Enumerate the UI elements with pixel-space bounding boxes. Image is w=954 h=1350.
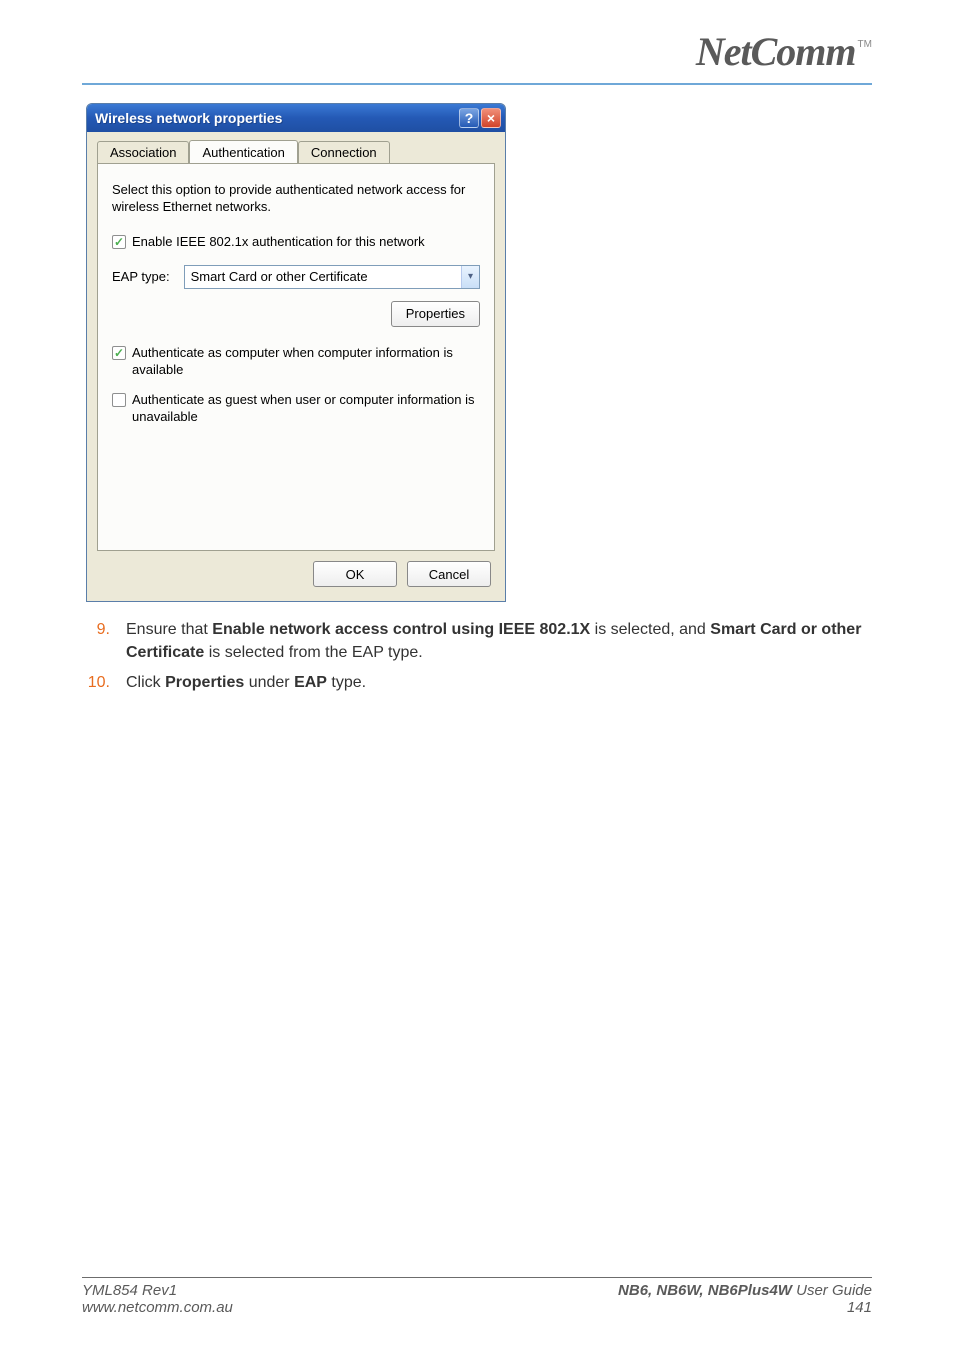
step-text: Ensure that Enable network access contro…: [126, 618, 872, 664]
brand-logo: NetComm TM: [696, 28, 872, 75]
text: Click: [126, 674, 165, 691]
dialog-title: Wireless network properties: [95, 110, 459, 126]
text: type.: [327, 674, 366, 691]
text-bold: Properties: [165, 674, 244, 691]
ok-button[interactable]: OK: [313, 561, 397, 587]
step-text: Click Properties under EAP type.: [126, 671, 872, 694]
text: under: [244, 674, 294, 691]
text: Ensure that: [126, 621, 212, 638]
tab-strip: Association Authentication Connection: [87, 132, 505, 163]
dialog-titlebar[interactable]: Wireless network properties ? ×: [87, 104, 505, 132]
eap-type-value: Smart Card or other Certificate: [191, 269, 368, 284]
eap-type-dropdown[interactable]: Smart Card or other Certificate ▾: [184, 265, 480, 289]
footer-product: NB6, NB6W, NB6Plus4W: [618, 1282, 792, 1299]
enable-8021x-label: Enable IEEE 802.1x authentication for th…: [132, 234, 425, 251]
enable-8021x-checkbox[interactable]: [112, 235, 126, 249]
auth-as-guest-checkbox[interactable]: [112, 393, 126, 407]
logo-text: NetComm: [696, 28, 856, 75]
footer-left: YML854 Rev1 www.netcomm.com.au: [82, 1282, 233, 1316]
footer-right: NB6, NB6W, NB6Plus4W User Guide 141: [618, 1282, 872, 1316]
chevron-down-icon[interactable]: ▾: [461, 266, 479, 288]
footer-page-number: 141: [618, 1299, 872, 1316]
page-header: NetComm TM: [82, 28, 872, 85]
authentication-panel: Select this option to provide authentica…: [97, 163, 495, 551]
logo-trademark: TM: [858, 39, 872, 50]
cancel-button[interactable]: Cancel: [407, 561, 491, 587]
footer-rev: YML854 Rev1: [82, 1282, 233, 1299]
eap-type-label: EAP type:: [112, 269, 170, 284]
auth-as-computer-row[interactable]: Authenticate as computer when computer i…: [112, 345, 480, 379]
tab-association[interactable]: Association: [97, 141, 189, 164]
step-number: 9.: [82, 618, 110, 664]
close-icon[interactable]: ×: [481, 108, 501, 128]
auth-as-computer-checkbox[interactable]: [112, 346, 126, 360]
text: is selected, and: [590, 621, 710, 638]
enable-8021x-row[interactable]: Enable IEEE 802.1x authentication for th…: [112, 234, 480, 251]
step-number: 10.: [82, 671, 110, 694]
footer-guide: User Guide: [792, 1282, 872, 1299]
panel-description: Select this option to provide authentica…: [112, 182, 480, 216]
auth-as-computer-label: Authenticate as computer when computer i…: [132, 345, 480, 379]
auth-as-guest-row[interactable]: Authenticate as guest when user or compu…: [112, 392, 480, 426]
text-bold: EAP: [294, 674, 327, 691]
text-bold: Enable network access control using IEEE…: [212, 621, 590, 638]
step-10: 10. Click Properties under EAP type.: [82, 671, 872, 694]
step-9: 9. Ensure that Enable network access con…: [82, 618, 872, 664]
properties-button[interactable]: Properties: [391, 301, 480, 327]
page-footer: YML854 Rev1 www.netcomm.com.au NB6, NB6W…: [82, 1277, 872, 1316]
tab-authentication[interactable]: Authentication: [189, 140, 297, 163]
wireless-properties-dialog: Wireless network properties ? × Associat…: [86, 103, 506, 602]
footer-url: www.netcomm.com.au: [82, 1299, 233, 1316]
help-icon[interactable]: ?: [459, 108, 479, 128]
tab-connection[interactable]: Connection: [298, 141, 390, 164]
text: is selected from the EAP type.: [204, 644, 422, 661]
instruction-steps: 9. Ensure that Enable network access con…: [82, 618, 872, 694]
auth-as-guest-label: Authenticate as guest when user or compu…: [132, 392, 480, 426]
